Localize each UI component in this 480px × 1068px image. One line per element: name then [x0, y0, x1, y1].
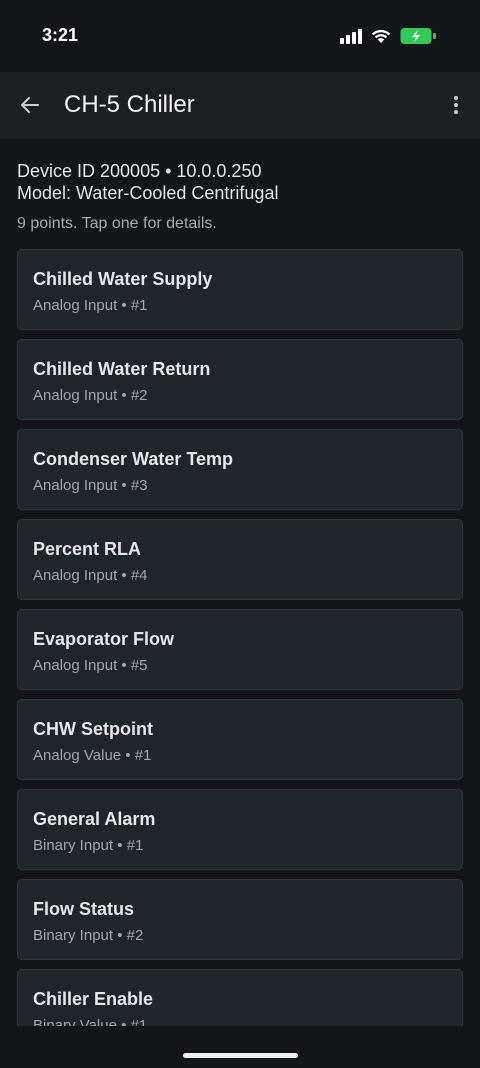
point-card[interactable]: Chilled Water Supply Analog Input • #1	[17, 249, 463, 330]
device-info: Device ID 200005 • 10.0.0.250 Model: Wat…	[17, 160, 278, 204]
more-vertical-icon	[454, 96, 458, 100]
point-name: Flow Status	[33, 899, 135, 919]
point-card[interactable]: CHW Setpoint Analog Value • #1	[17, 699, 463, 780]
point-type: Analog Input • #4	[33, 567, 148, 584]
point-type: Analog Input • #2	[33, 387, 148, 404]
point-name: CHW Setpoint	[33, 719, 153, 739]
point-type: Binary Value • #1	[33, 1017, 148, 1026]
point-name: Chilled Water Return	[33, 359, 211, 379]
more-menu-button[interactable]	[444, 89, 468, 121]
point-card[interactable]: Chiller Enable Binary Value • #1	[17, 969, 463, 1026]
point-name: Percent RLA	[33, 539, 142, 559]
arrow-left-icon	[21, 97, 39, 113]
point-card[interactable]: Percent RLA Analog Input • #4	[17, 519, 463, 600]
point-type: Analog Input • #3	[33, 477, 148, 494]
bottom-bar	[0, 1026, 480, 1068]
point-type: Analog Input • #5	[33, 657, 148, 674]
page-title: CH-5 Chiller	[64, 91, 195, 118]
point-type: Analog Value • #1	[33, 747, 152, 764]
device-model-line: Model: Water-Cooled Centrifugal	[17, 183, 279, 203]
point-type: Analog Input • #1	[33, 297, 148, 314]
status-bar: 3:21	[0, 0, 480, 72]
home-indicator[interactable]	[183, 1053, 298, 1058]
point-card[interactable]: Flow Status Binary Input • #2	[17, 879, 463, 960]
device-id-line: Device ID 200005 • 10.0.0.250	[17, 161, 262, 181]
points-hint: 9 points. Tap one for details.	[17, 215, 217, 232]
back-button[interactable]	[14, 89, 46, 121]
point-name: Condenser Water Temp	[33, 449, 234, 469]
content: Device ID 200005 • 10.0.0.250 Model: Wat…	[0, 139, 480, 1026]
point-list: Chilled Water Supply Analog Input • #1 C…	[17, 249, 463, 1026]
point-name: Evaporator Flow	[33, 629, 175, 649]
battery-charging-icon	[400, 27, 440, 45]
point-card[interactable]: Chilled Water Return Analog Input • #2	[17, 339, 463, 420]
app-bar: CH-5 Chiller	[0, 72, 480, 139]
point-name: Chilled Water Supply	[33, 269, 213, 289]
signal-icon	[340, 28, 362, 44]
status-time: 3:21	[42, 25, 79, 45]
point-card[interactable]: General Alarm Binary Input • #1	[17, 789, 463, 870]
point-type: Binary Input • #1	[33, 837, 144, 854]
wifi-icon	[370, 28, 392, 44]
status-icons	[340, 26, 440, 46]
point-card[interactable]: Condenser Water Temp Analog Input • #3	[17, 429, 463, 510]
point-type: Binary Input • #2	[33, 927, 144, 944]
point-name: General Alarm	[33, 809, 156, 829]
point-card[interactable]: Evaporator Flow Analog Input • #5	[17, 609, 463, 690]
point-name: Chiller Enable	[33, 989, 154, 1009]
